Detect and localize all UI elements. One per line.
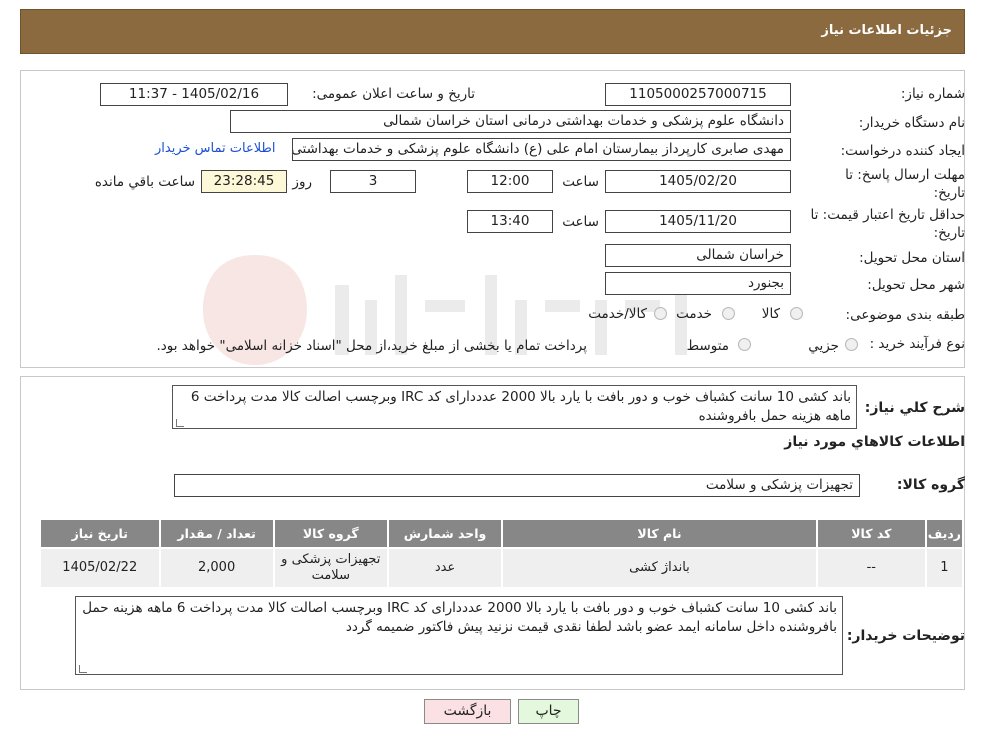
buyer-notes-label: توضیحات خریدار: — [846, 628, 965, 644]
category-option-service: خدمت — [676, 306, 712, 322]
summary-textarea[interactable]: باند کشی 10 سانت کشباف خوب و دور بافت با… — [172, 385, 857, 429]
process-option-partial: جزیي — [808, 338, 839, 354]
validity-label-date: تاریخ: — [933, 225, 965, 241]
requester-label: ایجاد کننده درخواست: — [840, 143, 965, 159]
deadline-label-date: تاریخ: — [933, 185, 965, 201]
resize-handle[interactable] — [79, 665, 87, 673]
col-date: تاریخ نیاز — [39, 518, 161, 549]
announce-label: تاریخ و ساعت اعلان عمومی: — [312, 86, 475, 102]
buyer-org-field[interactable]: دانشگاه علوم پزشکی و خدمات بهداشتی درمان… — [230, 110, 791, 133]
col-row: رديف — [924, 518, 965, 549]
category-option-goods-service: کالا/خدمت — [588, 306, 647, 322]
buyer-org-label: نام دستگاه خریدار: — [858, 115, 965, 131]
cell-unit: عدد — [386, 547, 504, 589]
cell-date: 1405/02/22 — [39, 547, 161, 589]
back-button[interactable]: بازگشت — [424, 699, 511, 724]
validity-date-field[interactable]: 1405/11/20 — [605, 210, 791, 233]
summary-text: باند کشی 10 سانت کشباف خوب و دور بافت با… — [190, 389, 851, 424]
print-button[interactable]: چاپ — [518, 699, 579, 724]
process-radio-medium[interactable] — [738, 338, 751, 351]
province-field[interactable]: خراسان شمالی — [605, 244, 791, 267]
page-header: جزئیات اطلاعات نیاز — [20, 9, 965, 54]
city-label: شهر محل تحویل: — [867, 277, 965, 293]
goods-section-title: اطلاعات کالاهاي مورد نياز — [784, 434, 965, 450]
validity-time-field[interactable]: 13:40 — [467, 210, 553, 233]
process-label: نوع فرآیند خرید : — [869, 336, 965, 352]
buyer-notes-text: باند کشی 10 سانت کشباف خوب و دور بافت با… — [82, 600, 837, 635]
page-title: جزئیات اطلاعات نیاز — [821, 23, 952, 38]
need-number-label: شماره نیاز: — [900, 86, 965, 102]
cell-group: تجهیزات پزشکی و سلامت — [272, 547, 389, 589]
remaining-label: ساعت باقي مانده — [94, 174, 195, 190]
col-group: گروه کالا — [272, 518, 389, 549]
table-row[interactable]: 1 -- بانداژ کشی عدد تجهیزات پزشکی و سلام… — [39, 547, 965, 589]
summary-label: شرح کلي نياز: — [864, 400, 965, 416]
category-option-goods: کالا — [761, 306, 780, 322]
col-name: نام کالا — [501, 518, 818, 549]
cell-name: بانداژ کشی — [501, 547, 818, 589]
process-option-medium: متوسط — [686, 338, 729, 354]
contact-buyer-link[interactable]: اطلاعات تماس خریدار — [155, 141, 275, 156]
process-note: پرداخت تمام یا بخشی از مبلغ خرید،از محل … — [156, 338, 587, 354]
category-radio-service[interactable] — [722, 307, 735, 320]
requester-field[interactable]: مهدی صابری کارپرداز بیمارستان امام علی (… — [292, 138, 791, 161]
deadline-time-label: ساعت — [562, 174, 599, 190]
category-label: طبقه بندی موضوعی: — [845, 307, 965, 323]
validity-label: حداقل تاریخ اعتبار قیمت: تا — [810, 207, 965, 223]
buyer-notes-textarea[interactable]: باند کشی 10 سانت کشباف خوب و دور بافت با… — [75, 596, 843, 675]
deadline-time-field[interactable]: 12:00 — [467, 170, 553, 193]
announce-field[interactable]: 1405/02/16 - 11:37 — [100, 83, 288, 106]
cell-code: -- — [815, 547, 927, 589]
validity-time-label: ساعت — [562, 214, 599, 230]
goods-table-wrap: رديف کد کالا نام کالا واحد شمارش گروه کا… — [39, 518, 965, 589]
goods-group-label: گروه کالا: — [896, 477, 965, 493]
deadline-date-field[interactable]: 1405/02/20 — [605, 170, 791, 193]
category-radio-goods-service[interactable] — [654, 307, 667, 320]
col-unit: واحد شمارش — [386, 518, 504, 549]
cell-qty: 2,000 — [158, 547, 275, 589]
need-number-field[interactable]: 1105000257000715 — [605, 83, 791, 106]
category-radio-goods[interactable] — [790, 307, 803, 320]
cell-row: 1 — [924, 547, 965, 589]
process-radio-partial[interactable] — [845, 338, 858, 351]
days-field[interactable]: 3 — [330, 170, 416, 193]
col-qty: تعداد / مقدار — [158, 518, 275, 549]
deadline-label: مهلت ارسال پاسخ: تا — [845, 167, 965, 183]
resize-handle[interactable] — [176, 419, 184, 427]
city-field[interactable]: بجنورد — [605, 272, 791, 295]
table-header-row: رديف کد کالا نام کالا واحد شمارش گروه کا… — [39, 518, 965, 549]
col-code: کد کالا — [815, 518, 927, 549]
goods-table: رديف کد کالا نام کالا واحد شمارش گروه کا… — [39, 518, 965, 589]
province-label: استان محل تحویل: — [859, 250, 965, 266]
goods-group-field[interactable]: تجهیزات پزشکی و سلامت — [174, 474, 860, 497]
remaining-time-field: 23:28:45 — [201, 170, 287, 193]
